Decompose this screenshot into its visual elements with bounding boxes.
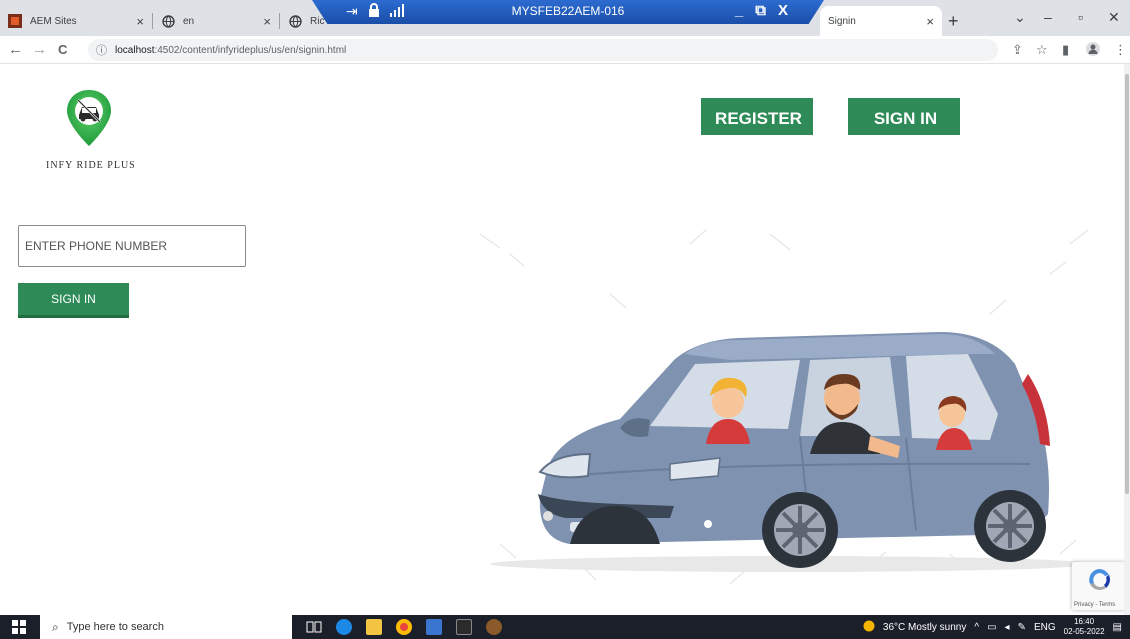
menu-icon[interactable]: ⋮ <box>1114 42 1127 58</box>
tab-label: Signin <box>828 15 856 27</box>
clock-date: 02-05-2022 <box>1063 627 1105 636</box>
tab-aem-sites[interactable]: AEM Sites × <box>0 6 152 36</box>
language-indicator[interactable]: ENG <box>1034 622 1056 633</box>
profile-icon[interactable] <box>1086 42 1100 59</box>
site-info-icon[interactable]: ⓘ <box>96 42 107 58</box>
back-button[interactable]: ← <box>8 41 23 58</box>
page-scrollbar[interactable] <box>1124 64 1130 615</box>
chevron-up-icon[interactable]: ^ <box>974 622 979 633</box>
file-explorer-icon[interactable] <box>366 619 382 635</box>
weather-sun-icon[interactable] <box>863 620 875 635</box>
tab-signin[interactable]: Signin × <box>820 6 942 36</box>
signin-submit-button[interactable]: SIGN IN <box>18 283 129 318</box>
close-icon[interactable]: × <box>263 14 271 29</box>
network-icon[interactable]: ▭ <box>987 622 996 633</box>
remote-minimize-button[interactable]: _ <box>735 2 743 19</box>
recaptcha-terms[interactable]: Privacy - Terms <box>1074 602 1115 608</box>
remote-restore-button[interactable]: ⧉ <box>755 2 766 19</box>
tab-label: Ric <box>310 15 325 27</box>
bookmark-star-icon[interactable]: ☆ <box>1036 42 1048 58</box>
notifications-icon[interactable]: ▤ <box>1113 622 1122 633</box>
tab-label: AEM Sites <box>30 15 77 27</box>
taskbar-search-box[interactable]: ⌕ Type here to search <box>40 615 292 639</box>
clock[interactable]: 16:40 02-05-2022 <box>1064 617 1105 637</box>
url-path: :4502/content/infyrideplus/us/en/signin.… <box>154 44 347 56</box>
chrome-icon[interactable] <box>396 619 412 635</box>
share-icon[interactable]: ⇪ <box>1012 42 1023 58</box>
system-tray: 36°C Mostly sunny ^ ▭ ◂ ✎ ENG 16:40 02-0… <box>863 615 1122 639</box>
windows-start-icon[interactable] <box>12 620 26 634</box>
minimize-icon[interactable]: – <box>1044 9 1052 25</box>
tab-en[interactable]: en × <box>153 6 279 36</box>
phone-number-input[interactable] <box>18 225 246 267</box>
recaptcha-icon <box>1086 567 1112 598</box>
taskbar-search-placeholder: Type here to search <box>66 621 164 633</box>
globe-icon <box>288 14 302 28</box>
remote-session-bar: ⇥ MYSFEB22AEM-016 _ ⧉ X <box>312 0 824 24</box>
app-icon[interactable] <box>486 619 502 635</box>
task-view-icon[interactable] <box>306 619 322 635</box>
edge-icon[interactable] <box>336 619 352 635</box>
aem-icon <box>8 14 22 28</box>
window-close-icon[interactable]: ✕ <box>1108 9 1120 26</box>
register-button[interactable]: REGISTER <box>701 98 813 135</box>
forward-button[interactable]: → <box>32 41 47 58</box>
weather-text[interactable]: 36°C Mostly sunny <box>883 622 966 633</box>
close-icon[interactable]: × <box>136 14 144 29</box>
search-icon: ⌕ <box>52 619 59 634</box>
remote-desktop-icon[interactable] <box>426 619 442 635</box>
remote-close-button[interactable]: X <box>778 2 788 19</box>
pen-icon[interactable]: ✎ <box>1018 622 1026 633</box>
scrollbar-thumb[interactable] <box>1125 74 1129 494</box>
close-icon[interactable]: × <box>926 14 934 29</box>
globe-icon <box>161 14 175 28</box>
clock-time: 16:40 <box>1074 617 1095 626</box>
volume-icon[interactable]: ◂ <box>1005 622 1010 633</box>
recaptcha-badge[interactable]: Privacy - Terms <box>1072 562 1124 610</box>
tab-label: en <box>183 15 195 27</box>
tab-search-icon[interactable]: ⌄ <box>1014 9 1026 26</box>
browser-toolbar: ← → C ⓘ localhost:4502/content/infyridep… <box>0 36 1130 64</box>
windows-taskbar: ⌕ Type here to search 36°C Mostly sunny … <box>0 615 1130 639</box>
url-host: localhost <box>115 44 155 56</box>
car-family-illustration <box>470 214 1110 604</box>
header-signin-button[interactable]: SIGN IN <box>848 98 960 135</box>
maximize-icon[interactable]: ▫ <box>1078 9 1083 25</box>
side-panel-icon[interactable]: ▮ <box>1062 42 1069 58</box>
new-tab-button[interactable]: + <box>948 11 959 32</box>
terminal-icon[interactable] <box>456 619 472 635</box>
reload-button[interactable]: C <box>58 42 67 57</box>
page-content: INFY RIDE PLUS REGISTER SIGN IN SIGN IN <box>0 64 1124 615</box>
car-pin-logo-icon[interactable] <box>64 88 114 148</box>
brand-name: INFY RIDE PLUS <box>46 160 136 171</box>
address-bar[interactable]: ⓘ localhost:4502/content/infyrideplus/us… <box>88 39 998 61</box>
